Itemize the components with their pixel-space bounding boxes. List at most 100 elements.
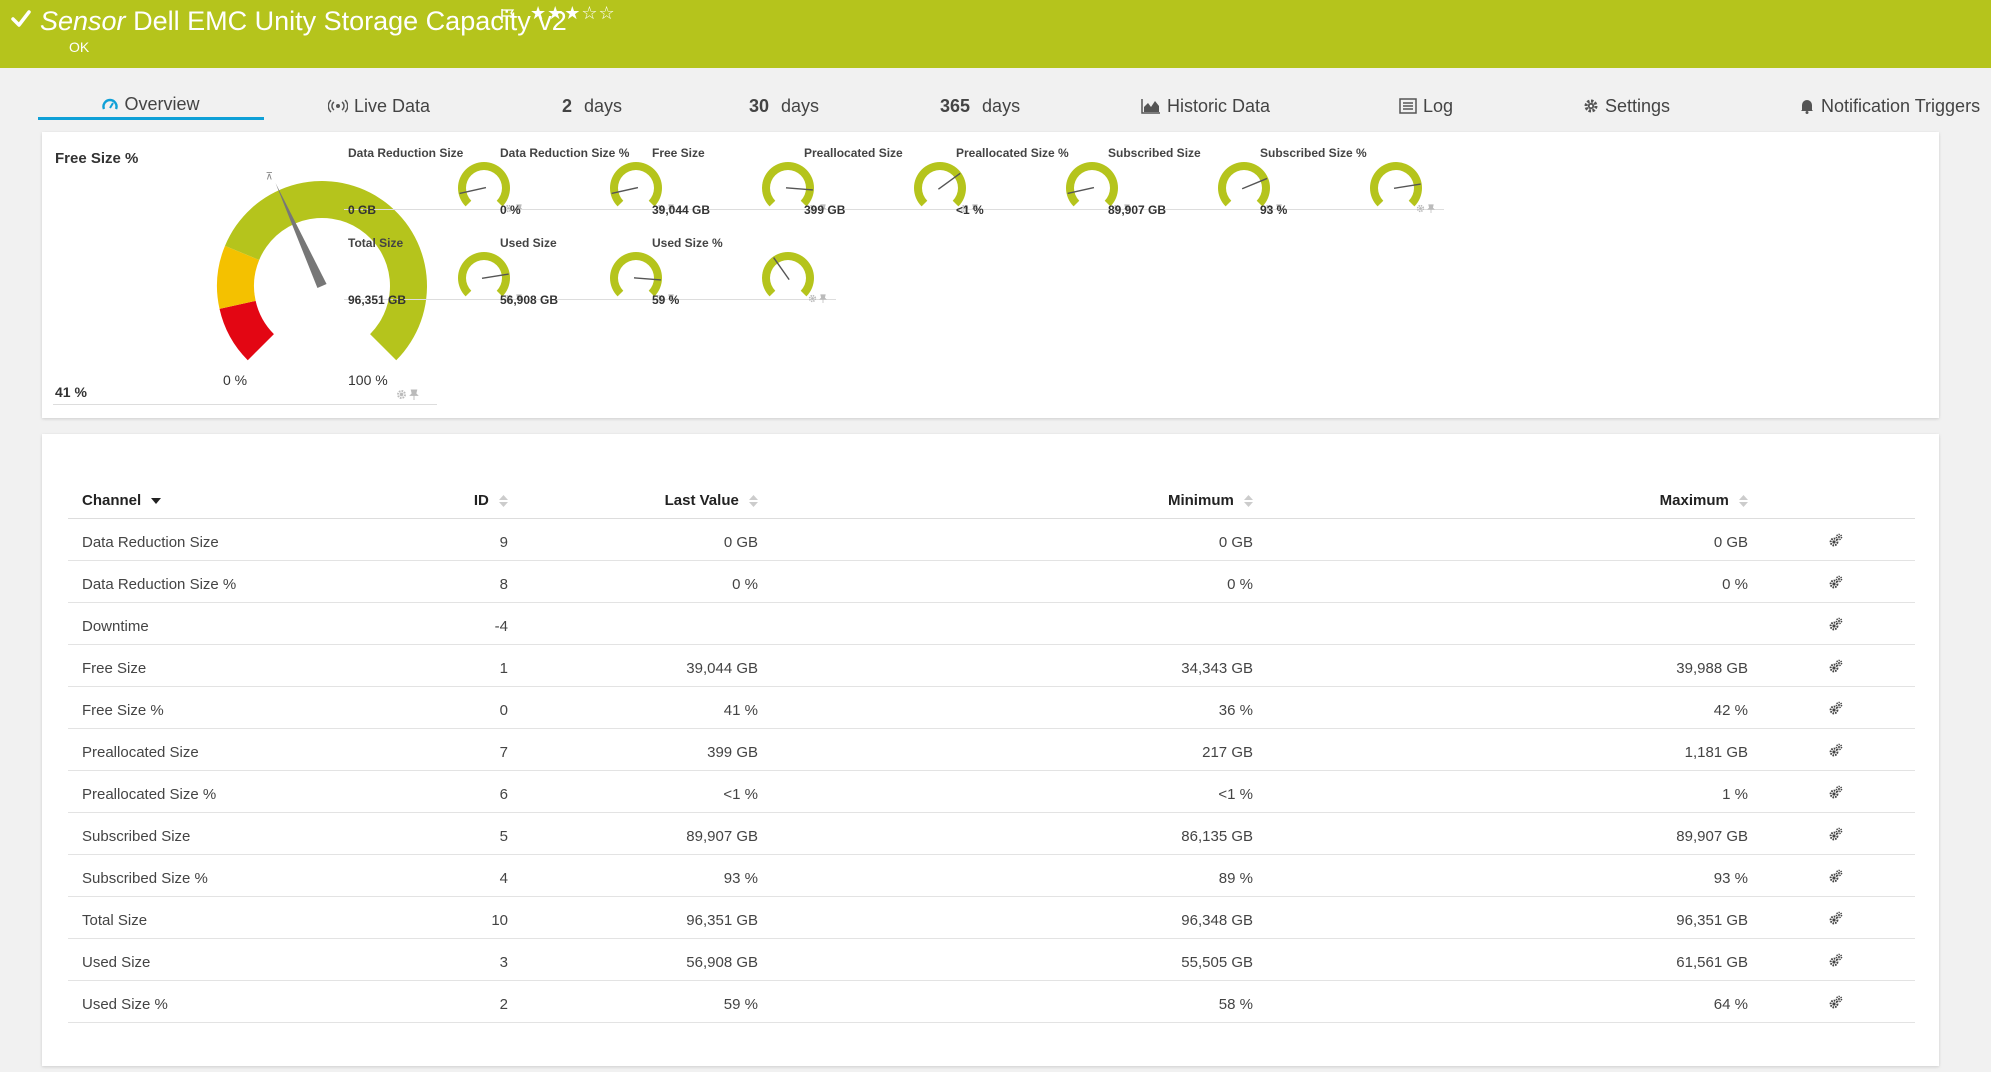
tab-label: Notification Triggers — [1821, 95, 1981, 116]
channel-id: 8 — [408, 560, 516, 603]
channel-name[interactable]: Data Reduction Size — [68, 518, 408, 561]
sort-desc-icon — [151, 498, 162, 505]
channel-id: 2 — [408, 980, 516, 1023]
table-row[interactable]: Used Size % 2 59 % 58 % 64 % — [68, 980, 1915, 1023]
channel-last-value: 41 % — [516, 686, 766, 729]
table-row[interactable]: Free Size % 0 41 % 36 % 42 % — [68, 686, 1915, 729]
tab-label: Log — [1423, 95, 1454, 116]
gears-icon[interactable] — [1829, 575, 1843, 589]
gears-icon[interactable] — [1829, 827, 1843, 841]
channel-name[interactable]: Subscribed Size — [68, 812, 408, 855]
col-label: Maximum — [1659, 492, 1729, 510]
channel-actions — [1756, 938, 1915, 981]
mini-gauge-value: 39,044 GB — [652, 203, 711, 217]
mini-gauge-label: Preallocated Size — [804, 146, 903, 160]
mini-gauge-label: Subscribed Size — [1108, 146, 1201, 160]
sensor-type-label: Sensor — [40, 6, 126, 36]
col-label: Channel — [82, 492, 142, 510]
mini-gauge-label: Data Reduction Size % — [500, 146, 630, 160]
channel-maximum: 1 % — [1261, 770, 1756, 813]
gears-icon[interactable] — [1829, 743, 1843, 757]
channel-name[interactable]: Downtime — [68, 602, 408, 645]
sensor-status: OK — [69, 39, 90, 55]
gears-icon[interactable] — [1829, 617, 1843, 631]
channel-id: 6 — [408, 770, 516, 813]
gears-icon[interactable] — [1829, 785, 1843, 799]
gears-icon[interactable] — [1829, 953, 1843, 967]
tab-settings[interactable]: Settings — [1583, 92, 1670, 120]
channel-actions — [1756, 980, 1915, 1023]
gauge-icon — [102, 98, 119, 109]
gears-icon[interactable] — [1829, 869, 1843, 883]
mini-gauge-label: Used Size — [500, 236, 557, 250]
table-row[interactable]: Preallocated Size 7 399 GB 217 GB 1,181 GB — [68, 728, 1915, 771]
gears-icon[interactable] — [1829, 533, 1843, 547]
channel-name[interactable]: Total Size — [68, 896, 408, 939]
tab-30-days[interactable]: 30 days — [749, 92, 819, 120]
tab-2-days[interactable]: 2 days — [562, 92, 622, 120]
sensor-title: Sensor Dell EMC Unity Storage Capacity v… — [40, 6, 567, 37]
col-id[interactable]: ID — [408, 484, 516, 519]
tab-label: Overview — [124, 94, 200, 114]
channel-name[interactable]: Data Reduction Size % — [68, 560, 408, 603]
pin-icon[interactable] — [409, 389, 419, 400]
pin-icon[interactable] — [819, 294, 827, 303]
divider — [53, 404, 437, 405]
gears-icon[interactable] — [1829, 701, 1843, 715]
table-row[interactable]: Used Size 3 56,908 GB 55,505 GB 61,561 GB — [68, 938, 1915, 981]
channel-name[interactable]: Free Size % — [68, 686, 408, 729]
tab-historic-data[interactable]: Historic Data — [1141, 92, 1270, 120]
tab-log[interactable]: Log — [1399, 92, 1453, 120]
table-row[interactable]: Preallocated Size % 6 <1 % <1 % 1 % — [68, 770, 1915, 813]
table-row[interactable]: Total Size 10 96,351 GB 96,348 GB 96,351 GB — [68, 896, 1915, 939]
tab-notification-triggers[interactable]: Notification Triggers — [1799, 92, 1980, 120]
channel-name[interactable]: Free Size — [68, 644, 408, 687]
flag-icon[interactable] — [500, 8, 516, 24]
mini-gauge[interactable]: Used Size % 59 % — [648, 222, 836, 307]
col-last-value[interactable]: Last Value — [516, 484, 766, 519]
tab-overview[interactable]: Overview — [38, 92, 264, 120]
tab-label: Historic Data — [1167, 95, 1271, 116]
channel-last-value: 59 % — [516, 980, 766, 1023]
channel-minimum: 36 % — [766, 686, 1261, 729]
channel-last-value: 0 GB — [516, 518, 766, 561]
channel-last-value: 39,044 GB — [516, 644, 766, 687]
table-row[interactable]: Free Size 1 39,044 GB 34,343 GB 39,988 GB — [68, 644, 1915, 687]
gears-icon[interactable] — [1829, 659, 1843, 673]
col-minimum[interactable]: Minimum — [766, 484, 1261, 519]
channel-actions — [1756, 812, 1915, 855]
table-row[interactable]: Downtime -4 — [68, 602, 1915, 645]
tab-live-data[interactable]: Live Data — [328, 92, 430, 120]
table-row[interactable]: Data Reduction Size 9 0 GB 0 GB 0 GB — [68, 518, 1915, 561]
col-maximum[interactable]: Maximum — [1261, 484, 1756, 519]
channel-last-value: <1 % — [516, 770, 766, 813]
channel-name[interactable]: Preallocated Size — [68, 728, 408, 771]
channel-name[interactable]: Used Size % — [68, 980, 408, 1023]
gear-icon[interactable] — [396, 389, 407, 400]
table-row[interactable]: Subscribed Size 5 89,907 GB 86,135 GB 89,907… — [68, 812, 1915, 855]
channel-name[interactable]: Preallocated Size % — [68, 770, 408, 813]
channel-maximum: 42 % — [1261, 686, 1756, 729]
gears-icon[interactable] — [1829, 911, 1843, 925]
col-channel[interactable]: Channel — [68, 484, 408, 519]
mini-gauge[interactable]: Subscribed Size % 93 % — [1256, 132, 1444, 217]
channel-name[interactable]: Used Size — [68, 938, 408, 981]
channel-name[interactable]: Subscribed Size % — [68, 854, 408, 897]
tab-number: 30 — [749, 95, 770, 116]
gears-icon[interactable] — [1829, 995, 1843, 1009]
pin-icon[interactable] — [1427, 204, 1435, 213]
channel-id: 3 — [408, 938, 516, 981]
gear-icon[interactable] — [1416, 204, 1425, 213]
channels-table: Channel ID Last Value Minimum Maximum Da… — [68, 484, 1915, 1023]
tab-365-days[interactable]: 365 days — [940, 92, 1020, 120]
gear-icon[interactable] — [808, 294, 817, 303]
priority-stars[interactable]: ★★★☆☆ — [530, 3, 616, 24]
channel-maximum: 93 % — [1261, 854, 1756, 897]
tab-number: 2 — [562, 95, 573, 116]
mini-gauge-value: 96,351 GB — [348, 293, 407, 307]
channel-actions — [1756, 854, 1915, 897]
table-row[interactable]: Subscribed Size % 4 93 % 89 % 93 % — [68, 854, 1915, 897]
table-row[interactable]: Data Reduction Size % 8 0 % 0 % 0 % — [68, 560, 1915, 603]
mini-gauge-value: 93 % — [1260, 203, 1288, 217]
mini-gauge-arc — [762, 252, 814, 297]
